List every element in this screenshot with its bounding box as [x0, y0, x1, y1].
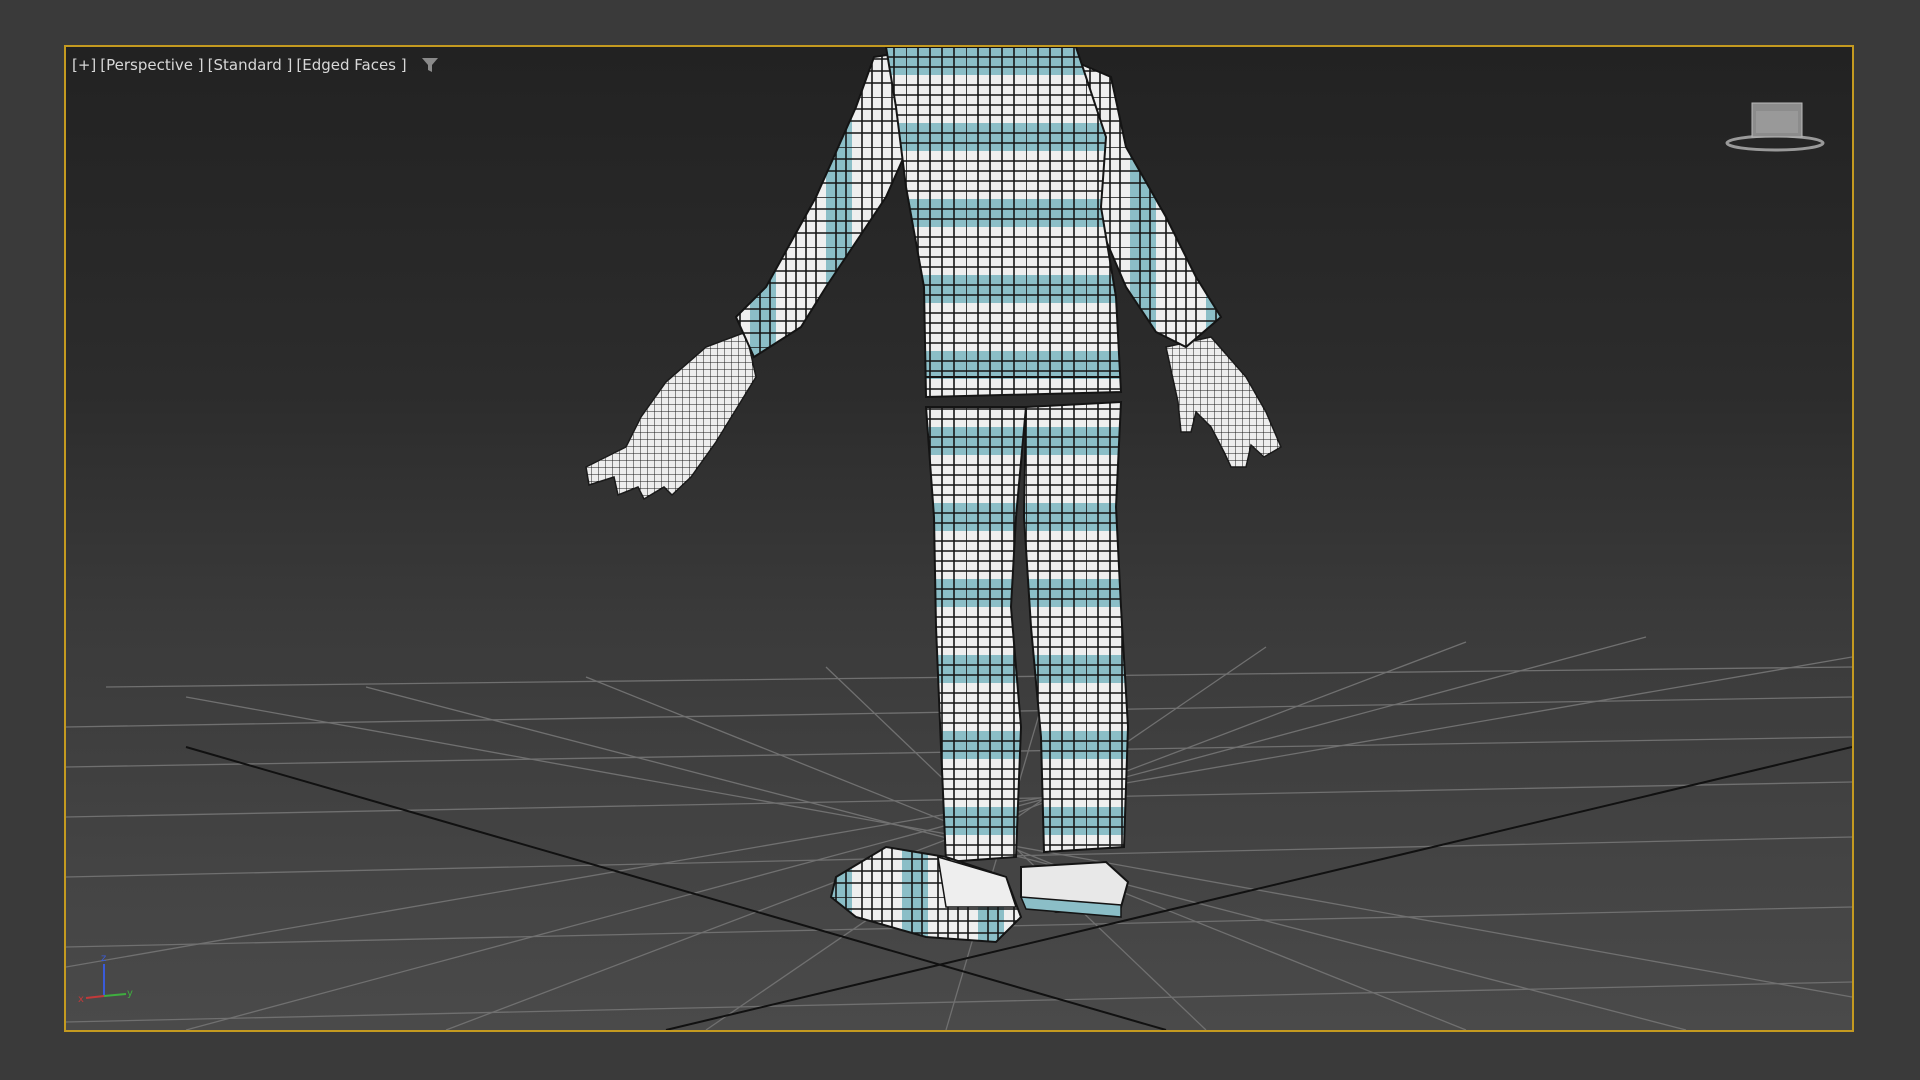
viewport-display-menu[interactable]: [Edged Faces ] — [296, 56, 406, 74]
shirt-torso — [884, 47, 1123, 399]
character-model — [585, 47, 1282, 944]
perspective-viewport[interactable]: [+] [Perspective ] [Standard ] [Edged Fa… — [64, 45, 1854, 1032]
axis-x-label: x — [78, 994, 84, 1005]
axis-y-label: y — [127, 988, 133, 999]
viewport-pov-menu[interactable]: [Perspective ] — [100, 56, 203, 74]
viewport-label-menu[interactable]: [+] [Perspective ] [Standard ] [Edged Fa… — [72, 56, 439, 74]
right-hand — [1165, 336, 1282, 468]
viewport-general-menu[interactable]: [+] — [72, 56, 96, 74]
left-pants-leg — [924, 406, 1028, 864]
filter-icon[interactable] — [421, 56, 439, 74]
scene-canvas[interactable] — [66, 47, 1852, 1030]
right-pants-leg — [1022, 400, 1130, 854]
left-hand — [585, 330, 757, 501]
axis-tripod-icon: z y x — [78, 953, 133, 1005]
viewcube-icon[interactable] — [1720, 97, 1830, 157]
viewport-shading-menu[interactable]: [Standard ] — [208, 56, 293, 74]
axis-z-label: z — [101, 953, 106, 964]
